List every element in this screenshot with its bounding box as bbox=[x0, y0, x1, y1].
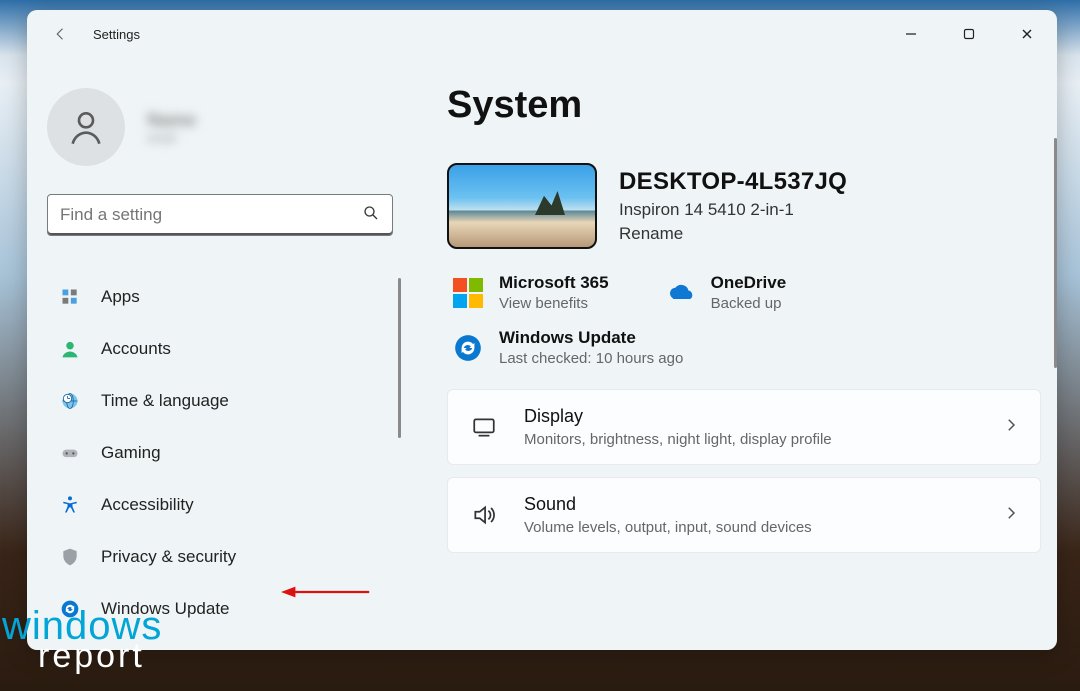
tile-onedrive[interactable]: OneDrive Backed up bbox=[665, 273, 787, 312]
nav-item-apps[interactable]: Apps bbox=[47, 274, 407, 320]
page-title: System bbox=[447, 84, 1025, 127]
display-icon bbox=[468, 411, 500, 443]
search-icon bbox=[362, 204, 380, 227]
chevron-right-icon bbox=[1002, 416, 1020, 439]
settings-window: Settings Name email bbox=[27, 10, 1057, 650]
chevron-right-icon bbox=[1002, 504, 1020, 527]
microsoft-logo-icon bbox=[453, 278, 483, 308]
card-title: Sound bbox=[524, 494, 812, 515]
close-button[interactable] bbox=[1007, 18, 1047, 50]
nav-item-privacy-security[interactable]: Privacy & security bbox=[47, 534, 407, 580]
main-scrollbar[interactable] bbox=[1054, 138, 1057, 368]
back-button[interactable] bbox=[47, 20, 75, 48]
accounts-icon bbox=[59, 338, 81, 360]
device-name: DESKTOP-4L537JQ bbox=[619, 168, 847, 196]
info-tiles-row1: Microsoft 365 View benefits OneDrive Bac… bbox=[453, 273, 1025, 312]
tile-subtitle: View benefits bbox=[499, 295, 609, 312]
rename-link[interactable]: Rename bbox=[619, 224, 847, 244]
card-sound[interactable]: Sound Volume levels, output, input, soun… bbox=[447, 477, 1041, 553]
nav-item-gaming[interactable]: Gaming bbox=[47, 430, 407, 476]
nav-label: Privacy & security bbox=[101, 547, 236, 567]
watermark: windows report bbox=[2, 610, 162, 671]
tile-microsoft365[interactable]: Microsoft 365 View benefits bbox=[453, 273, 609, 312]
minimize-button[interactable] bbox=[891, 18, 931, 50]
gaming-icon bbox=[59, 442, 81, 464]
device-model: Inspiron 14 5410 2-in-1 bbox=[619, 200, 847, 220]
red-arrow-annotation bbox=[281, 583, 371, 601]
card-subtitle: Monitors, brightness, night light, displ… bbox=[524, 431, 832, 448]
nav-item-accounts[interactable]: Accounts bbox=[47, 326, 407, 372]
device-info: DESKTOP-4L537JQ Inspiron 14 5410 2-in-1 … bbox=[619, 168, 847, 244]
card-display[interactable]: Display Monitors, brightness, night ligh… bbox=[447, 389, 1041, 465]
tile-subtitle: Backed up bbox=[711, 295, 787, 312]
search-input[interactable] bbox=[60, 205, 362, 225]
main: System DESKTOP-4L537JQ Inspiron 14 5410 … bbox=[427, 58, 1057, 650]
user-text: Name email bbox=[147, 110, 196, 145]
privacy-security-icon bbox=[59, 546, 81, 568]
user-name: Name bbox=[147, 110, 196, 131]
time-language-icon bbox=[59, 390, 81, 412]
windows-update-tile-icon bbox=[453, 333, 483, 363]
titlebar: Settings bbox=[27, 10, 1057, 58]
card-title: Display bbox=[524, 406, 832, 427]
tile-title: OneDrive bbox=[711, 273, 787, 293]
nav-label: Apps bbox=[101, 287, 140, 307]
nav-label: Gaming bbox=[101, 443, 161, 463]
apps-icon bbox=[59, 286, 81, 308]
wallpaper-thumbnail bbox=[447, 163, 597, 249]
sidebar: Name email Apps bbox=[27, 58, 427, 650]
content-area: Name email Apps bbox=[27, 58, 1057, 650]
nav-label: Time & language bbox=[101, 391, 229, 411]
window-title: Settings bbox=[93, 27, 140, 42]
sidebar-scrollbar[interactable] bbox=[398, 278, 401, 438]
tile-subtitle: Last checked: 10 hours ago bbox=[499, 350, 683, 367]
maximize-button[interactable] bbox=[949, 18, 989, 50]
nav: Apps Accounts Time & language bbox=[47, 274, 407, 650]
avatar bbox=[47, 88, 125, 166]
search-box[interactable] bbox=[47, 194, 393, 236]
card-subtitle: Volume levels, output, input, sound devi… bbox=[524, 519, 812, 536]
nav-item-accessibility[interactable]: Accessibility bbox=[47, 482, 407, 528]
info-tiles-row2: Windows Update Last checked: 10 hours ag… bbox=[453, 328, 1025, 367]
watermark-line2: report bbox=[38, 643, 145, 671]
device-hero: DESKTOP-4L537JQ Inspiron 14 5410 2-in-1 … bbox=[447, 163, 1025, 249]
window-controls bbox=[891, 18, 1047, 50]
sound-icon bbox=[468, 499, 500, 531]
user-subtitle: email bbox=[147, 131, 196, 145]
onedrive-icon bbox=[665, 278, 695, 308]
nav-label: Accessibility bbox=[101, 495, 194, 515]
accessibility-icon bbox=[59, 494, 81, 516]
tile-title: Windows Update bbox=[499, 328, 683, 348]
tile-windows-update[interactable]: Windows Update Last checked: 10 hours ag… bbox=[453, 328, 683, 367]
nav-item-time-language[interactable]: Time & language bbox=[47, 378, 407, 424]
tile-title: Microsoft 365 bbox=[499, 273, 609, 293]
user-block[interactable]: Name email bbox=[47, 88, 407, 166]
nav-label: Accounts bbox=[101, 339, 171, 359]
